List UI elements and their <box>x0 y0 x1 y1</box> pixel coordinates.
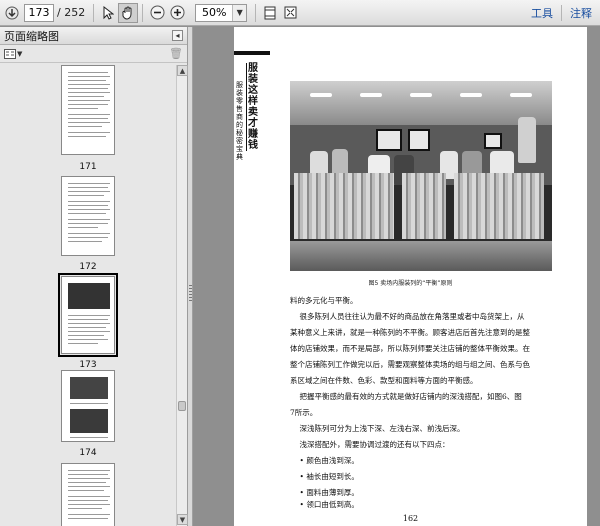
toolbar-right: 工具 注释 <box>523 0 600 26</box>
bullet-item: • 领口由低到高。 <box>290 500 359 509</box>
page-number-input[interactable] <box>24 3 54 22</box>
header-rule <box>234 51 270 55</box>
body-line: 浅深搭配外，需要协调过渡的还有以下四点： <box>290 440 450 449</box>
document-page: 服装这样卖才赚钱 服装零售商的秘密宝典 图5 卖场内服装列的“平衡”原则 料的多… <box>234 27 587 526</box>
thumbnail-label: 174 <box>79 448 97 458</box>
panel-title: 页面缩略图 <box>4 29 59 43</box>
body-line: 整个店铺陈列工作做完以后，需要观察整体卖场的组与组之间、色系与色 <box>290 360 530 369</box>
trash-icon[interactable]: 🗑 <box>169 47 183 60</box>
bullet-item: • 袖长由短到长。 <box>290 472 359 481</box>
body-line: 深浅陈列可分为上浅下深、左浅右深、前浅后深。 <box>290 424 465 433</box>
zoom-value: 50% <box>201 6 227 19</box>
full-screen-icon[interactable] <box>280 3 300 23</box>
options-menu-button[interactable]: ▼ <box>4 48 23 59</box>
toolbar-divider <box>93 3 95 22</box>
next-page-icon[interactable] <box>2 3 22 23</box>
select-tool-icon[interactable] <box>98 3 118 23</box>
header-vertical-rule <box>246 63 247 151</box>
body-line: 系区域之间在件数、色彩、款型和面料等方面的平衡感。 <box>290 376 478 385</box>
thumbnail-label: 172 <box>79 262 97 272</box>
fit-page-icon[interactable] <box>260 3 280 23</box>
close-icon[interactable]: ◂ <box>172 30 183 41</box>
body-line: 把握平衡感的最有效的方式就是做好店铺内的深浅搭配，如图6、图 <box>290 392 522 401</box>
page-number: 162 <box>402 514 419 523</box>
tools-button[interactable]: 工具 <box>523 5 561 21</box>
body-line: 体的店铺效果，而不是局部，所以陈列师要关注店铺的整体平衡效果。在 <box>290 344 530 353</box>
book-title: 服装这样卖才赚钱 <box>248 63 258 151</box>
comment-button[interactable]: 注释 <box>562 5 600 21</box>
store-photo <box>290 81 552 271</box>
body-line: 7所示。 <box>290 408 318 417</box>
book-subtitle: 服装零售商的秘密宝典 <box>236 81 243 161</box>
splitter-grip-icon[interactable] <box>189 285 192 301</box>
scroll-down-icon[interactable]: ▼ <box>177 514 188 525</box>
chevron-down-icon: ▼ <box>17 49 23 58</box>
scrollbar-thumb[interactable] <box>178 401 186 411</box>
body-line: 某种意义上来讲，就是一种陈列的不平衡。顾客进店后首先注意到的是整 <box>290 328 530 337</box>
panel-toolbar: ▼ 🗑 <box>0 45 187 63</box>
zoom-out-icon[interactable] <box>147 3 167 23</box>
toolbar-divider <box>142 3 144 22</box>
thumbnail-list: 171 172 173 174 <box>0 65 176 526</box>
thumbnails-panel: 页面缩略图 ◂ ▼ 🗑 171 172 173 174 ▲ ▼ <box>0 27 188 526</box>
panel-splitter[interactable] <box>188 27 193 526</box>
thumbnail-label: 171 <box>79 162 97 172</box>
thumbnail-image <box>61 370 115 442</box>
thumbnail-image <box>58 273 118 357</box>
document-view[interactable]: 服装这样卖才赚钱 服装零售商的秘密宝典 图5 卖场内服装列的“平衡”原则 料的多… <box>194 27 600 526</box>
body-line: 很多陈列人员往往认为最不好的商品放在角落里或者中岛货架上，从 <box>290 312 525 321</box>
thumbnail-options-icon <box>4 48 16 59</box>
chevron-down-icon[interactable]: ▼ <box>232 4 247 21</box>
main-toolbar: / 252 50% ▼ 工具 注释 <box>0 0 600 26</box>
bullet-item: • 颜色由浅到深。 <box>290 456 359 465</box>
zoom-in-icon[interactable] <box>167 3 187 23</box>
thumbnail-scrollbar[interactable]: ▲ ▼ <box>176 65 188 526</box>
thumbnail-label: 173 <box>79 360 97 370</box>
figure-caption: 图5 卖场内服装列的“平衡”原则 <box>368 280 453 287</box>
hand-tool-icon[interactable] <box>118 2 139 23</box>
thumbnail-image <box>61 176 115 256</box>
panel-header: 页面缩略图 ◂ <box>0 27 187 45</box>
thumbnail-image <box>61 463 115 526</box>
scroll-up-icon[interactable]: ▲ <box>177 65 188 76</box>
thumbnail-image <box>61 65 115 155</box>
page-total: / 252 <box>57 6 86 19</box>
zoom-select[interactable]: 50% ▼ <box>195 3 248 22</box>
body-line: 料的多元化与平衡。 <box>290 296 358 305</box>
toolbar-divider <box>255 3 257 22</box>
